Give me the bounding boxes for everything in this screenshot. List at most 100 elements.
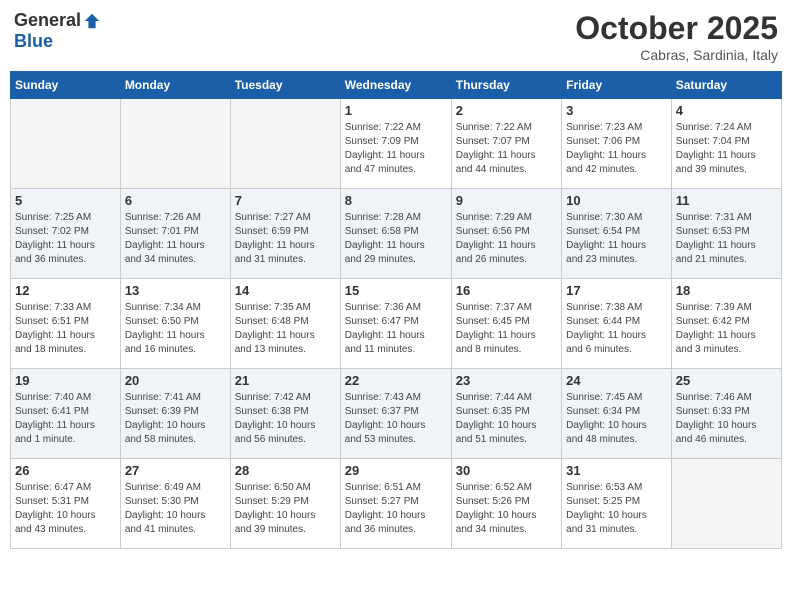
weekday-header-friday: Friday — [562, 72, 672, 99]
day-number: 2 — [456, 103, 557, 118]
weekday-header-thursday: Thursday — [451, 72, 561, 99]
day-number: 4 — [676, 103, 777, 118]
calendar-cell: 24 Sunrise: 7:45 AM Sunset: 6:34 PM Dayli… — [562, 369, 672, 459]
calendar-cell: 29 Sunrise: 6:51 AM Sunset: 5:27 PM Dayli… — [340, 459, 451, 549]
calendar-cell: 30Sunrise: 6:52 AM Sunset: 5:26 PM Dayli… — [451, 459, 561, 549]
day-number: 24 — [566, 373, 667, 388]
day-info: Sunrise: 7:42 AM Sunset: 6:38 PM Dayligh… — [235, 391, 336, 447]
logo-icon — [83, 12, 101, 30]
day-info: Sunrise: 7:46 AM Sunset: 6:33 PM Dayligh… — [676, 391, 777, 447]
day-number: 29 — [345, 463, 447, 478]
weekday-header-monday: Monday — [120, 72, 230, 99]
day-info: Sunrise: 7:26 AM Sunset: 7:01 PM Dayligh… — [125, 211, 226, 267]
calendar-table: SundayMondayTuesdayWednesdayThursdayFrid… — [10, 71, 782, 549]
calendar-cell: 17 Sunrise: 7:38 AM Sunset: 6:44 PM Dayli… — [562, 279, 672, 369]
calendar-cell: 15 Sunrise: 7:36 AM Sunset: 6:47 PM Dayli… — [340, 279, 451, 369]
calendar-cell: 27 Sunrise: 6:49 AM Sunset: 5:30 PM Dayli… — [120, 459, 230, 549]
day-info: Sunrise: 7:44 AM Sunset: 6:35 PM Dayligh… — [456, 391, 557, 447]
day-info: Sunrise: 7:40 AM Sunset: 6:41 PM Dayligh… — [15, 391, 116, 447]
day-info: Sunrise: 7:30 AM Sunset: 6:54 PM Dayligh… — [566, 211, 667, 267]
day-info: Sunrise: 7:27 AM Sunset: 6:59 PM Dayligh… — [235, 211, 336, 267]
calendar-cell: 10 Sunrise: 7:30 AM Sunset: 6:54 PM Dayli… — [562, 189, 672, 279]
weekday-header-sunday: Sunday — [11, 72, 121, 99]
day-info: Sunrise: 6:47 AM Sunset: 5:31 PM Dayligh… — [15, 481, 116, 537]
day-number: 10 — [566, 193, 667, 208]
day-info: Sunrise: 7:34 AM Sunset: 6:50 PM Dayligh… — [125, 301, 226, 357]
calendar-cell — [671, 459, 781, 549]
day-info: Sunrise: 6:50 AM Sunset: 5:29 PM Dayligh… — [235, 481, 336, 537]
day-number: 12 — [15, 283, 116, 298]
calendar-week-row: 12 Sunrise: 7:33 AM Sunset: 6:51 PM Dayli… — [11, 279, 782, 369]
calendar-cell: 1 Sunrise: 7:22 AM Sunset: 7:09 PM Daylig… — [340, 99, 451, 189]
day-info: Sunrise: 7:29 AM Sunset: 6:56 PM Dayligh… — [456, 211, 557, 267]
day-number: 1 — [345, 103, 447, 118]
calendar-cell: 28Sunrise: 6:50 AM Sunset: 5:29 PM Dayli… — [230, 459, 340, 549]
calendar-week-row: 5Sunrise: 7:25 AM Sunset: 7:02 PM Daylig… — [11, 189, 782, 279]
day-number: 7 — [235, 193, 336, 208]
day-info: Sunrise: 7:22 AM Sunset: 7:09 PM Dayligh… — [345, 121, 447, 177]
day-info: Sunrise: 7:23 AM Sunset: 7:06 PM Dayligh… — [566, 121, 667, 177]
calendar-cell: 7 Sunrise: 7:27 AM Sunset: 6:59 PM Daylig… — [230, 189, 340, 279]
day-number: 21 — [235, 373, 336, 388]
calendar-cell: 13 Sunrise: 7:34 AM Sunset: 6:50 PM Dayli… — [120, 279, 230, 369]
day-number: 22 — [345, 373, 447, 388]
logo: General Blue — [14, 10, 101, 52]
day-info: Sunrise: 6:51 AM Sunset: 5:27 PM Dayligh… — [345, 481, 447, 537]
day-number: 17 — [566, 283, 667, 298]
day-number: 26 — [15, 463, 116, 478]
calendar-cell: 20 Sunrise: 7:41 AM Sunset: 6:39 PM Dayli… — [120, 369, 230, 459]
day-info: Sunrise: 6:52 AM Sunset: 5:26 PM Dayligh… — [456, 481, 557, 537]
day-info: Sunrise: 7:43 AM Sunset: 6:37 PM Dayligh… — [345, 391, 447, 447]
calendar-cell: 31 Sunrise: 6:53 AM Sunset: 5:25 PM Dayli… — [562, 459, 672, 549]
month-title: October 2025 — [575, 10, 778, 47]
day-info: Sunrise: 7:25 AM Sunset: 7:02 PM Dayligh… — [15, 211, 116, 267]
calendar-cell: 8 Sunrise: 7:28 AM Sunset: 6:58 PM Daylig… — [340, 189, 451, 279]
location-subtitle: Cabras, Sardinia, Italy — [575, 47, 778, 63]
day-number: 8 — [345, 193, 447, 208]
day-info: Sunrise: 7:28 AM Sunset: 6:58 PM Dayligh… — [345, 211, 447, 267]
day-number: 3 — [566, 103, 667, 118]
day-number: 16 — [456, 283, 557, 298]
logo-blue-text: Blue — [14, 31, 53, 52]
day-info: Sunrise: 7:33 AM Sunset: 6:51 PM Dayligh… — [15, 301, 116, 357]
calendar-cell: 4 Sunrise: 7:24 AM Sunset: 7:04 PM Daylig… — [671, 99, 781, 189]
day-info: Sunrise: 7:38 AM Sunset: 6:44 PM Dayligh… — [566, 301, 667, 357]
calendar-cell — [120, 99, 230, 189]
day-info: Sunrise: 7:24 AM Sunset: 7:04 PM Dayligh… — [676, 121, 777, 177]
day-number: 27 — [125, 463, 226, 478]
day-info: Sunrise: 7:41 AM Sunset: 6:39 PM Dayligh… — [125, 391, 226, 447]
day-number: 31 — [566, 463, 667, 478]
logo-general-text: General — [14, 10, 81, 31]
calendar-cell: 11Sunrise: 7:31 AM Sunset: 6:53 PM Dayli… — [671, 189, 781, 279]
calendar-cell: 25Sunrise: 7:46 AM Sunset: 6:33 PM Dayli… — [671, 369, 781, 459]
calendar-cell: 23 Sunrise: 7:44 AM Sunset: 6:35 PM Dayli… — [451, 369, 561, 459]
calendar-cell: 5Sunrise: 7:25 AM Sunset: 7:02 PM Daylig… — [11, 189, 121, 279]
day-number: 19 — [15, 373, 116, 388]
calendar-cell: 14 Sunrise: 7:35 AM Sunset: 6:48 PM Dayli… — [230, 279, 340, 369]
day-info: Sunrise: 7:45 AM Sunset: 6:34 PM Dayligh… — [566, 391, 667, 447]
day-number: 13 — [125, 283, 226, 298]
calendar-cell: 6 Sunrise: 7:26 AM Sunset: 7:01 PM Daylig… — [120, 189, 230, 279]
day-number: 9 — [456, 193, 557, 208]
day-info: Sunrise: 7:39 AM Sunset: 6:42 PM Dayligh… — [676, 301, 777, 357]
day-info: Sunrise: 6:53 AM Sunset: 5:25 PM Dayligh… — [566, 481, 667, 537]
day-info: Sunrise: 7:35 AM Sunset: 6:48 PM Dayligh… — [235, 301, 336, 357]
day-number: 20 — [125, 373, 226, 388]
day-number: 23 — [456, 373, 557, 388]
day-number: 18 — [676, 283, 777, 298]
weekday-header-saturday: Saturday — [671, 72, 781, 99]
weekday-header-wednesday: Wednesday — [340, 72, 451, 99]
day-number: 11 — [676, 193, 777, 208]
page-header: General Blue October 2025 Cabras, Sardin… — [10, 10, 782, 63]
day-number: 15 — [345, 283, 447, 298]
calendar-week-row: 1 Sunrise: 7:22 AM Sunset: 7:09 PM Daylig… — [11, 99, 782, 189]
calendar-cell: 12 Sunrise: 7:33 AM Sunset: 6:51 PM Dayli… — [11, 279, 121, 369]
calendar-cell — [230, 99, 340, 189]
day-number: 14 — [235, 283, 336, 298]
day-info: Sunrise: 7:36 AM Sunset: 6:47 PM Dayligh… — [345, 301, 447, 357]
calendar-cell: 16Sunrise: 7:37 AM Sunset: 6:45 PM Dayli… — [451, 279, 561, 369]
day-number: 6 — [125, 193, 226, 208]
weekday-header-tuesday: Tuesday — [230, 72, 340, 99]
day-info: Sunrise: 6:49 AM Sunset: 5:30 PM Dayligh… — [125, 481, 226, 537]
calendar-week-row: 19 Sunrise: 7:40 AM Sunset: 6:41 PM Dayli… — [11, 369, 782, 459]
